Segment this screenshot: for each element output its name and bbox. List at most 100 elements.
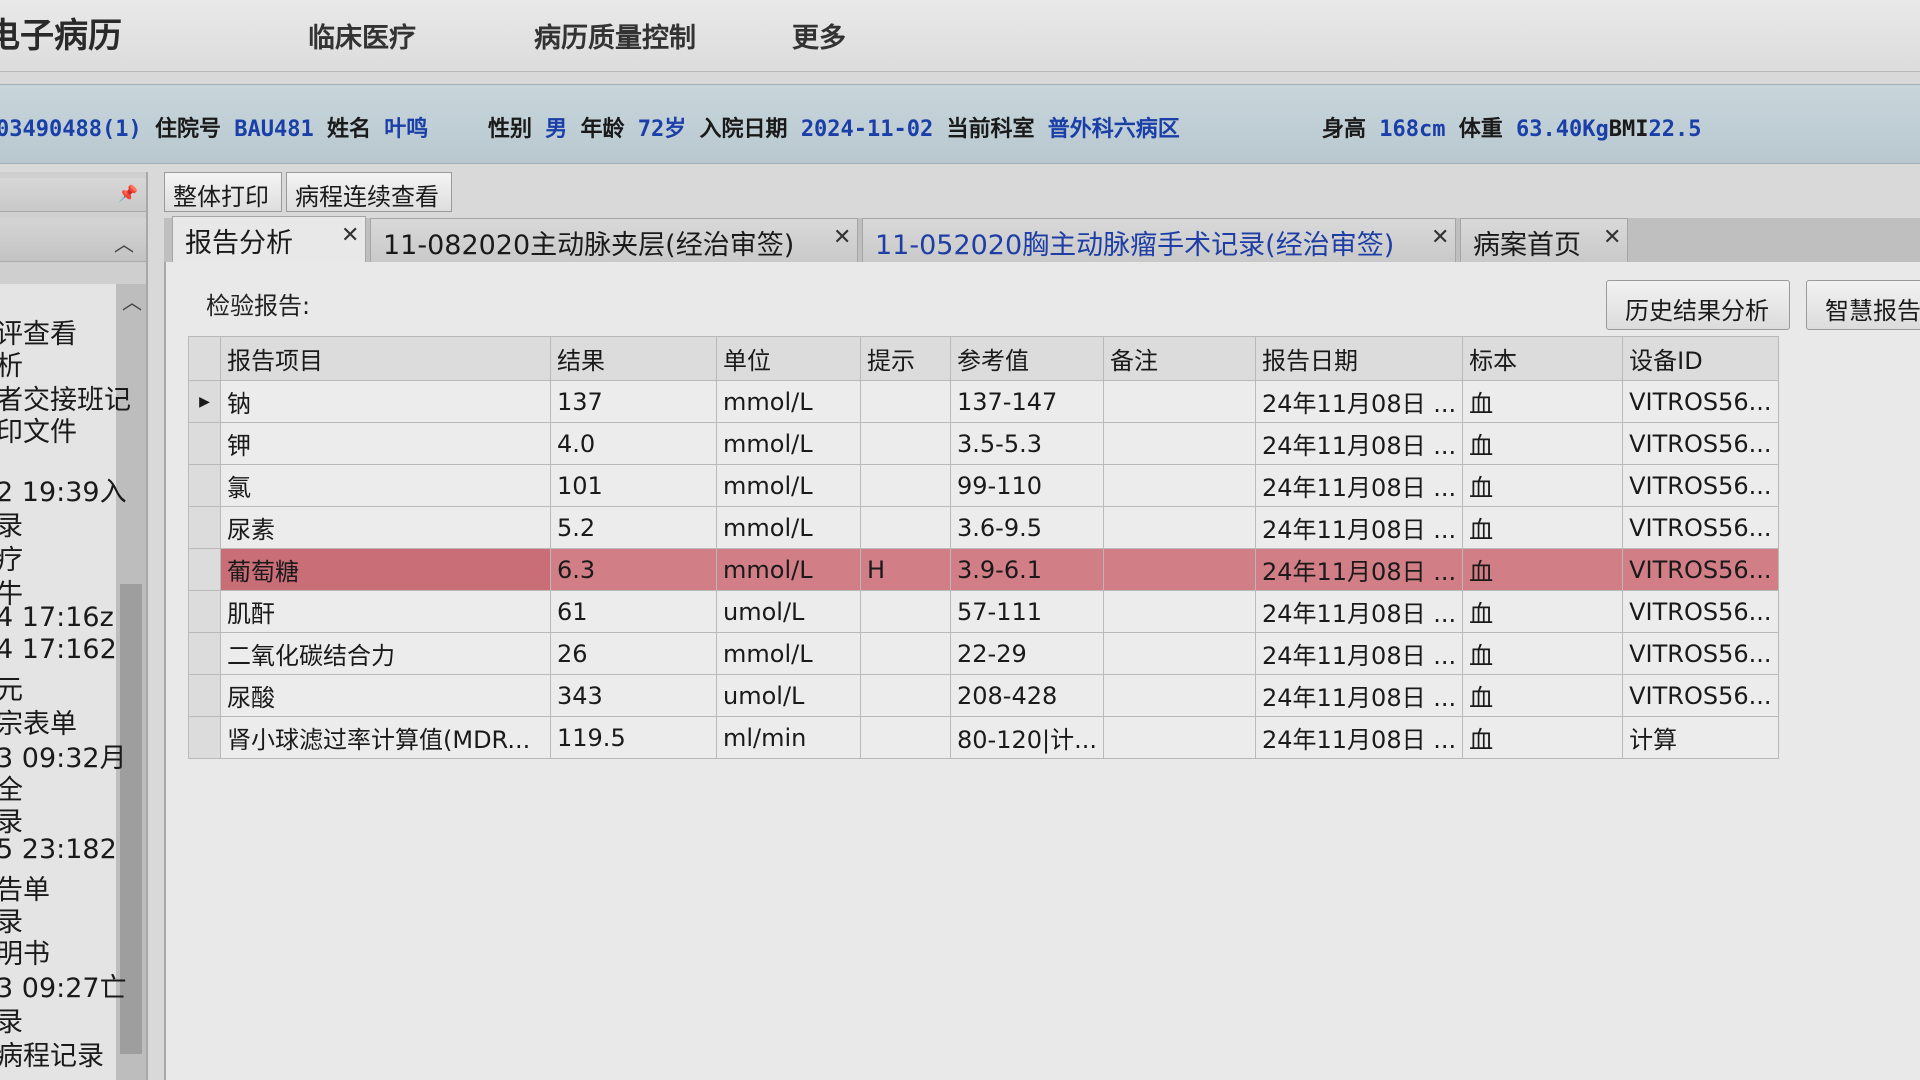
cell-result: 137	[550, 380, 717, 423]
cell-unit: mmol/L	[716, 632, 861, 675]
sidebar-pin-row: 📌	[0, 178, 146, 212]
row-indicator	[188, 716, 221, 759]
patient-height: 168cm	[1379, 117, 1446, 142]
cell-flag	[860, 632, 951, 675]
tab-surgery-record[interactable]: 11-052020胸主动脉瘤手术记录(经治审签) ✕	[862, 218, 1456, 262]
print-all-button[interactable]: 整体打印	[164, 172, 282, 212]
close-icon[interactable]: ✕	[833, 225, 851, 250]
header-unit[interactable]: 单位	[716, 336, 861, 381]
cell-result: 5.2	[550, 506, 717, 549]
sidebar-item[interactable]: 印文件	[0, 410, 77, 449]
cell-reference: 3.5-5.3	[950, 422, 1104, 465]
table-row[interactable]: 钾 4.0 mmol/L 3.5-5.3 24年11月08日 ... 血 VIT…	[188, 422, 1779, 465]
cell-date: 24年11月08日 ...	[1254, 464, 1464, 507]
section-label: 检验报告:	[206, 292, 311, 320]
top-menu-bar: 电子病历 临床医疗 病历质量控制 更多	[0, 0, 1920, 72]
cell-item: 葡萄糖	[220, 548, 551, 591]
header-device-id[interactable]: 设备ID	[1622, 336, 1779, 381]
sidebar-item[interactable]: 病程记录	[0, 1034, 104, 1073]
cell-reference: 80-120|计...	[950, 716, 1104, 759]
cell-item: 尿酸	[220, 674, 551, 717]
row-indicator	[188, 674, 221, 717]
menu-clinical[interactable]: 临床医疗	[308, 16, 416, 55]
cell-device: VITROS56...	[1622, 590, 1779, 633]
close-icon[interactable]: ✕	[1431, 225, 1449, 250]
header-reference[interactable]: 参考值	[950, 336, 1104, 381]
header-result[interactable]: 结果	[550, 336, 717, 381]
tab-aortic-dissection[interactable]: 11-082020主动脉夹层(经治审签) ✕	[370, 218, 858, 262]
patient-bmi: 22.5	[1648, 117, 1702, 142]
table-row[interactable]: 氯 101 mmol/L 99-110 24年11月08日 ... 血 VITR…	[188, 464, 1779, 507]
menu-quality-control[interactable]: 病历质量控制	[534, 16, 696, 55]
table-row[interactable]: 尿素 5.2 mmol/L 3.6-9.5 24年11月08日 ... 血 VI…	[188, 506, 1779, 549]
cell-reference: 208-428	[950, 674, 1104, 717]
current-dept: 普外科六病区	[1047, 117, 1180, 142]
current-row-arrow-icon: ▶	[188, 380, 221, 423]
cell-unit: mmol/L	[716, 464, 861, 507]
cell-item: 肾小球滤过率计算值(MDR...	[220, 716, 551, 759]
cell-note	[1102, 674, 1256, 717]
cell-reference: 3.9-6.1	[950, 548, 1104, 591]
header-flag[interactable]: 提示	[860, 336, 951, 381]
cell-device: VITROS56...	[1622, 464, 1779, 507]
continuous-view-button[interactable]: 病程连续查看	[286, 172, 452, 212]
cell-item: 氯	[220, 464, 551, 507]
cell-specimen: 血	[1462, 380, 1624, 423]
cell-flag	[860, 464, 951, 507]
cell-specimen: 血	[1462, 674, 1624, 717]
patient-name: 叶鸣	[384, 117, 429, 142]
cell-specimen: 血	[1462, 632, 1624, 675]
cell-date: 24年11月08日 ...	[1254, 716, 1464, 759]
sidebar-item[interactable]: 4 17:162	[0, 634, 117, 665]
close-icon[interactable]: ✕	[1603, 225, 1621, 250]
row-indicator	[188, 632, 221, 675]
tab-label: 病案首页	[1473, 230, 1581, 261]
table-row-selected[interactable]: 葡萄糖 6.3 mmol/L H 3.9-6.1 24年11月08日 ... 血…	[188, 548, 1779, 591]
table-row[interactable]: 肾小球滤过率计算值(MDR... 119.5 ml/min 80-120|计..…	[188, 716, 1779, 759]
tab-bar: 报告分析 ✕ 11-082020主动脉夹层(经治审签) ✕ 11-052020胸…	[164, 216, 1920, 264]
history-analysis-button[interactable]: 历史结果分析	[1606, 280, 1790, 330]
cell-specimen: 血	[1462, 716, 1624, 759]
header-note[interactable]: 备注	[1102, 336, 1256, 381]
header-report-date[interactable]: 报告日期	[1254, 336, 1464, 381]
table-row[interactable]: 肌酐 61 umol/L 57-111 24年11月08日 ... 血 VITR…	[188, 590, 1779, 633]
inpatient-no: BAU481	[234, 117, 314, 142]
cell-note	[1102, 464, 1256, 507]
close-icon[interactable]: ✕	[341, 223, 359, 248]
cell-flag	[860, 590, 951, 633]
tab-report-analysis[interactable]: 报告分析 ✕	[172, 216, 366, 264]
tab-case-front-page[interactable]: 病案首页 ✕	[1460, 218, 1628, 262]
cell-reference: 57-111	[950, 590, 1104, 633]
smart-report-button[interactable]: 智慧报告	[1806, 280, 1920, 330]
sidebar-collapse-row[interactable]: ︿	[0, 218, 146, 262]
table-row[interactable]: 二氧化碳结合力 26 mmol/L 22-29 24年11月08日 ... 血 …	[188, 632, 1779, 675]
weight-label: 体重	[1458, 117, 1503, 142]
cell-flag	[860, 422, 951, 465]
cell-result: 4.0	[550, 422, 717, 465]
app-title: 电子病历	[0, 16, 122, 56]
cell-device: VITROS56...	[1622, 548, 1779, 591]
tab-label: 11-082020主动脉夹层(经治审签)	[383, 230, 795, 261]
cell-result: 101	[550, 464, 717, 507]
table-row[interactable]: ▶ 钠 137 mmol/L 137-147 24年11月08日 ... 血 V…	[188, 380, 1779, 423]
cell-flag: H	[860, 548, 951, 591]
cell-reference: 137-147	[950, 380, 1104, 423]
menu-more[interactable]: 更多	[792, 16, 846, 55]
row-indicator	[188, 422, 221, 465]
cell-date: 24年11月08日 ...	[1254, 590, 1464, 633]
chevron-up-icon[interactable]: ︿	[114, 228, 134, 257]
admit-date: 2024-11-02	[800, 117, 934, 142]
pin-icon[interactable]: 📌	[118, 184, 138, 203]
sidebar-item[interactable]: 4 17:16z	[0, 602, 114, 633]
patient-age: 72岁	[637, 117, 687, 142]
table-row[interactable]: 尿酸 343 umol/L 208-428 24年11月08日 ... 血 VI…	[188, 674, 1779, 717]
cell-specimen: 血	[1462, 548, 1624, 591]
sidebar-item[interactable]: 5 23:182	[0, 834, 117, 865]
cell-specimen: 血	[1462, 590, 1624, 633]
header-specimen[interactable]: 标本	[1462, 336, 1624, 381]
cell-item: 二氧化碳结合力	[220, 632, 551, 675]
scroll-up-icon[interactable]: ︿	[122, 286, 142, 315]
left-sidebar: 📌 ︿ ︿ 评查看 析 者交接班记 印文件 2 19:39入 录 疗 牛 4 1…	[0, 172, 148, 1080]
header-item[interactable]: 报告项目	[220, 336, 551, 381]
cell-note	[1102, 380, 1256, 423]
